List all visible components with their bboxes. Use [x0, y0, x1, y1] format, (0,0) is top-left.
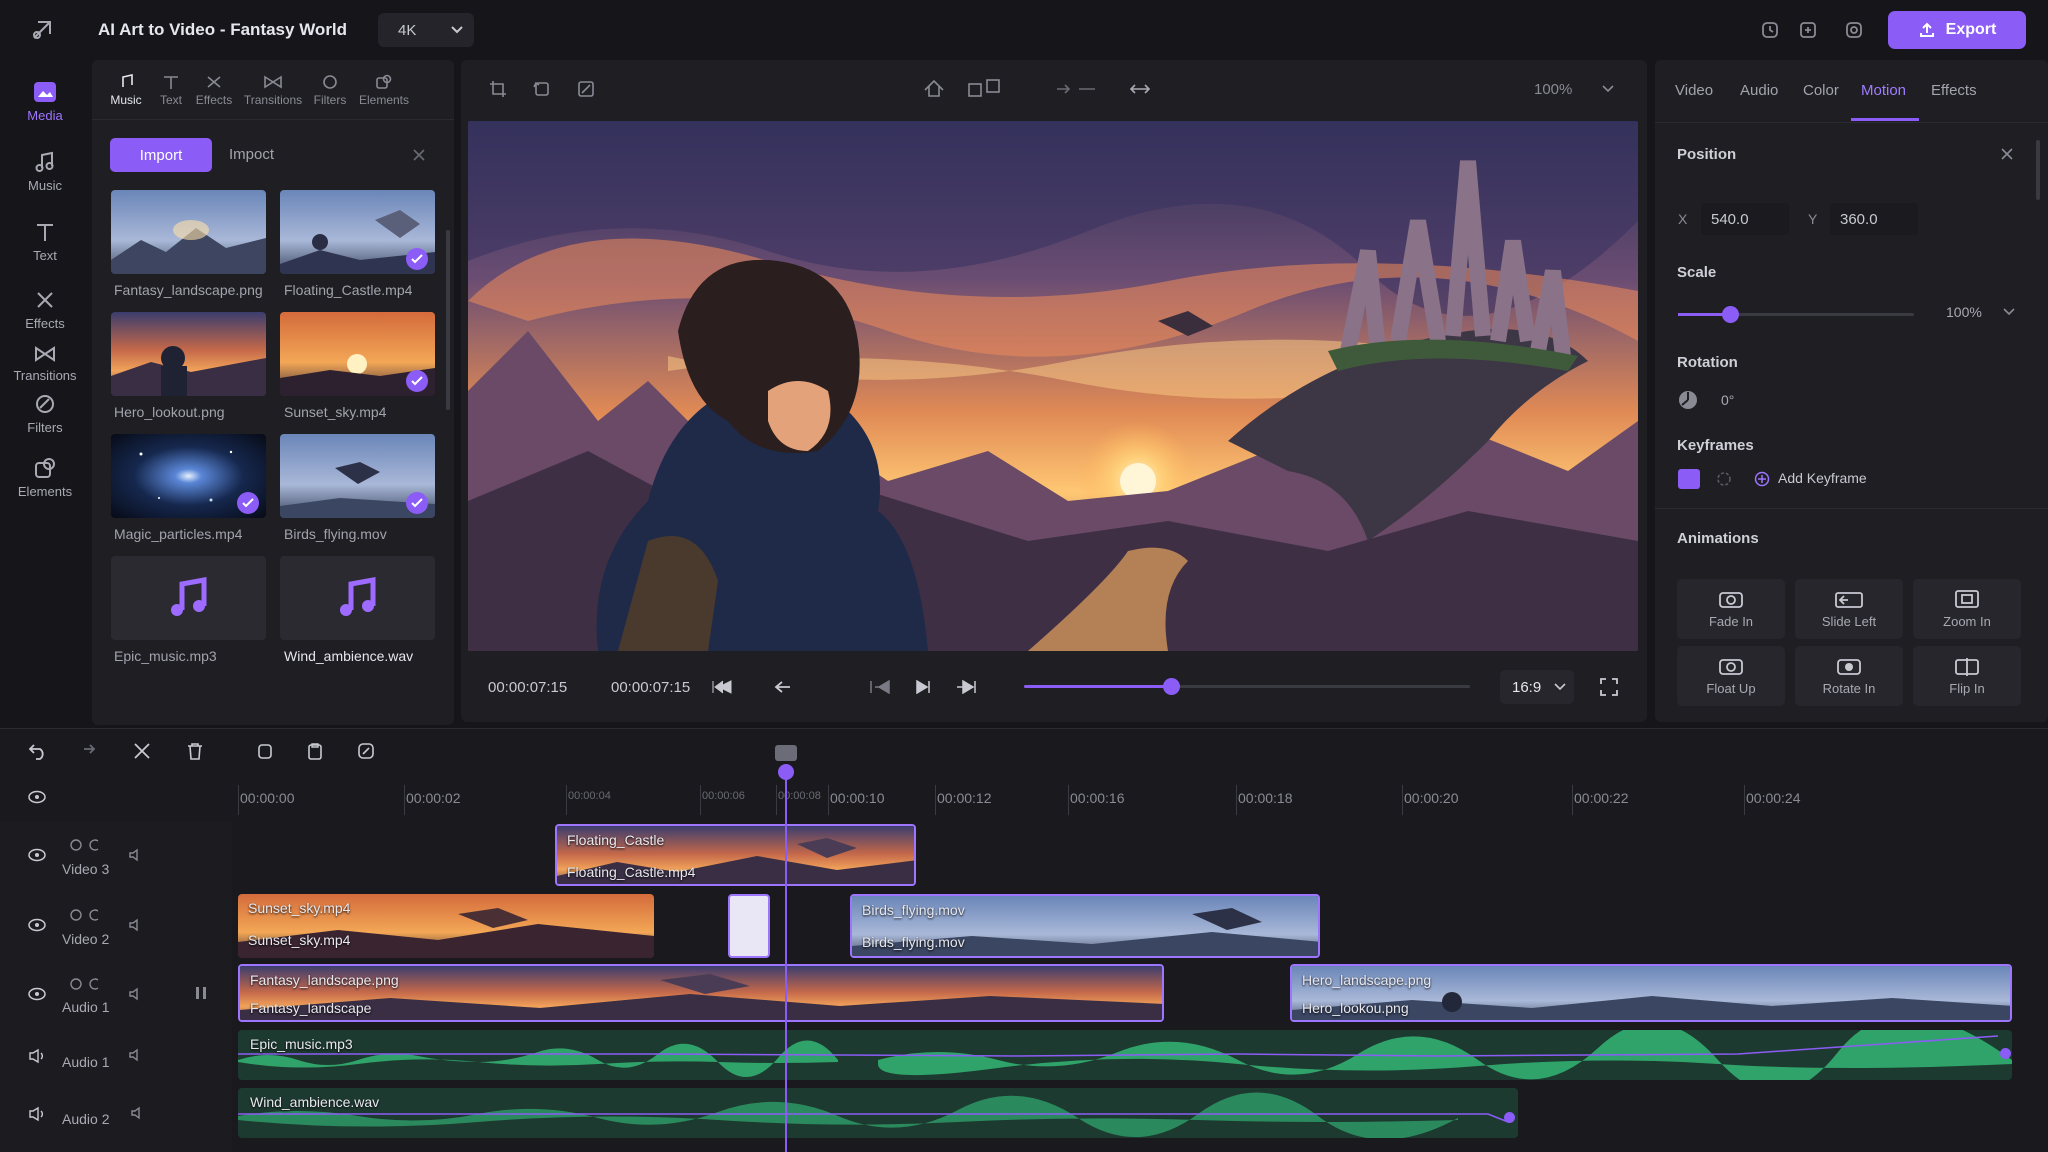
clip-name: Sunset_sky.mp4 [248, 932, 351, 948]
clip-hero-lookout[interactable]: Hero_landscape.png Hero_lookou.png [1290, 964, 2012, 1022]
volume-icon[interactable] [128, 918, 144, 932]
tick-line [404, 785, 405, 815]
clip-birds-flying[interactable]: Birds_flying.mov Birds_flying.mov [850, 894, 1320, 958]
tick-line [776, 785, 777, 815]
tick-label: 00:00:02 [406, 790, 461, 806]
track-label-audio1: Audio 1 [62, 999, 110, 1015]
clip-title: Birds_flying.mov [862, 902, 965, 918]
lock-icon[interactable] [68, 977, 108, 991]
speaker-icon[interactable] [28, 1048, 46, 1064]
tick-label: 00:00:20 [1404, 790, 1459, 806]
playhead-line [785, 772, 787, 1152]
track-label-audio2: Audio 2 [62, 1111, 110, 1127]
volume-icon[interactable] [128, 848, 144, 862]
clip-epic-music[interactable]: Epic_music.mp3 [238, 1030, 2012, 1080]
tick-line [1744, 785, 1745, 815]
clip-name: Fantasy_landscape [250, 1000, 372, 1016]
clip-title: Hero_landscape.png [1302, 972, 1432, 988]
tick-label: 00:00:16 [1070, 790, 1125, 806]
volume-icon[interactable] [128, 987, 144, 1001]
clip-title: Sunset_sky.mp4 [248, 900, 351, 916]
clip-title: Fantasy_landscape.png [250, 972, 399, 988]
eye-icon[interactable] [28, 918, 46, 932]
tick-label: 00:00:24 [1746, 790, 1801, 806]
clip-floating-castle[interactable]: Floating_Castle Floating_Castle.mp4 [555, 824, 916, 886]
tick-label: 00:00:22 [1574, 790, 1629, 806]
tick-label: 00:00:12 [937, 790, 992, 806]
eye-icon[interactable] [28, 987, 46, 1001]
time-ruler[interactable]: 00:00:00 00:00:02 00:00:04 00:00:06 00:00:08… [0, 0, 2048, 830]
tick-label: 00:00:18 [1238, 790, 1293, 806]
tick-line [1402, 785, 1403, 815]
tick-label: 00:00:04 [568, 790, 611, 802]
tick-line [935, 785, 936, 815]
lock-icon[interactable] [68, 908, 108, 922]
tick-label: 00:00:00 [240, 790, 295, 806]
clip-fantasy-landscape[interactable]: Fantasy_landscape.png Fantasy_landscape [238, 964, 1164, 1022]
track-label-video3: Video 3 [62, 861, 110, 877]
clip-name: Birds_flying.mov [862, 934, 965, 950]
speaker-icon[interactable] [28, 1106, 46, 1122]
volume-keyframe[interactable] [1504, 1112, 1515, 1123]
track-label-video2: Video 2 [62, 931, 110, 947]
clip-magic-particles[interactable] [728, 894, 770, 958]
clip-name: Epic_music.mp3 [250, 1036, 353, 1052]
tick-line [1068, 785, 1069, 815]
clip-name: Floating_Castle.mp4 [567, 864, 696, 880]
tick-label: 00:00:06 [702, 790, 745, 802]
clip-name: Hero_lookou.png [1302, 1000, 1409, 1016]
tick-line [828, 785, 829, 815]
tick-line [238, 785, 239, 815]
tick-line [566, 785, 567, 815]
volume-icon[interactable] [128, 1048, 144, 1062]
tick-line [1236, 785, 1237, 815]
playhead-handle[interactable] [775, 745, 797, 761]
clip-sunset-sky[interactable]: Sunset_sky.mp4 Sunset_sky.mp4 [238, 894, 654, 958]
volume-icon[interactable] [130, 1106, 146, 1120]
volume-keyframe[interactable] [2000, 1048, 2011, 1059]
tick-line [1572, 785, 1573, 815]
track-label-audio1b: Audio 1 [62, 1054, 110, 1070]
tick-line [700, 785, 701, 815]
lock-icon[interactable] [68, 838, 108, 852]
clip-title: Floating_Castle [567, 832, 665, 848]
tick-label: 00:00:10 [830, 790, 885, 806]
clip-wind-ambience[interactable]: Wind_ambience.wav [238, 1088, 1518, 1138]
pause-icon[interactable] [194, 986, 208, 1000]
clip-name: Wind_ambience.wav [250, 1094, 380, 1110]
eye-icon[interactable] [28, 848, 46, 862]
